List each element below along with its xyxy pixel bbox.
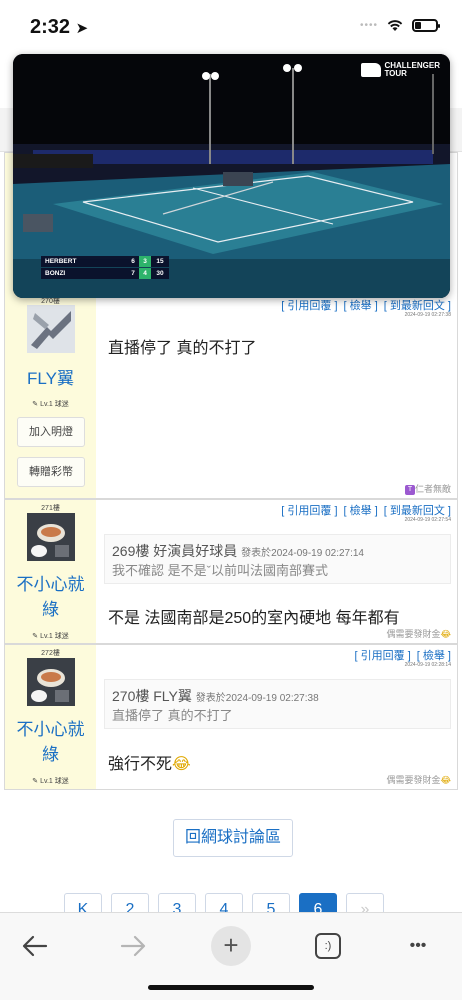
signature: 偶需要發財金😂 [386,775,451,785]
status-bar: 2:32 ➤ •••• [0,0,462,54]
game-points: 15 [156,258,164,265]
new-tab-button[interactable]: + [206,921,256,971]
report-link[interactable]: [ 檢舉 ] [417,650,451,662]
post-content: [ 引用回覆 ] [ 檢舉 ] [ 到最新回文 ] 2024-09-19 02:27… [96,500,457,643]
set-score: 6 [131,258,135,265]
tabs-button[interactable]: :) [303,921,353,971]
avatar[interactable] [27,513,75,561]
post-author-panel: 272樓 不小心就 綠 ✎ Lv.1 球迷 [5,645,96,789]
floor-number: 272樓 [41,650,60,657]
arrow-right-icon [120,935,146,957]
back-button[interactable] [10,921,60,971]
more-dots-icon: ••• [409,937,427,954]
status-icons: •••• [359,18,440,32]
video-player[interactable]: CHALLENGER TOUR HERBERT 6 3 15 BONZI 7 4 … [13,54,450,298]
post-body: 不是 法國南部是250的室內硬地 每年都有 [108,610,400,627]
user-level: ✎ Lv.1 球迷 [32,633,69,640]
floor-number: 271樓 [41,505,60,512]
tabs-icon: :) [315,933,341,959]
post-actions: [ 引用回覆 ] [ 檢舉 ] [ 到最新回文 ] [275,297,451,313]
plus-icon: + [211,926,251,966]
post-body: 強行不死😂 [108,756,191,773]
page: 2:32 ➤ •••• 270樓 FLY翼 ✎ Lv.1 球迷 加入明燈 轉贈彩… [0,0,462,1000]
quote-text: 直播停了 真的不打了 [112,708,233,723]
more-menu-button[interactable]: ••• [393,921,443,971]
report-link[interactable]: [ 檢舉 ] [344,505,378,517]
avatar[interactable] [27,658,75,706]
set-score: 3 [139,256,151,267]
username-line-2[interactable]: 綠 [5,597,96,622]
score-row-herbert: HERBERT 6 3 15 [41,256,169,267]
post-272: 272樓 不小心就 綠 ✎ Lv.1 球迷 [ 引用回覆 ] [ 檢舉 ] 202… [4,644,458,790]
add-light-button[interactable]: 加入明燈 [17,417,85,447]
quote-block: 269樓 好演員好球員 發表於2024-09-19 02:27:14 我不確認 … [104,534,451,584]
username-line-2[interactable]: 綠 [5,742,96,767]
user-level: ✎ Lv.1 球迷 [32,778,69,785]
score-row-bonzi: BONZI 7 4 30 [41,268,169,279]
username-line-1[interactable]: 不小心就 [5,572,96,597]
quote-header: 269樓 好演員好球員 發表於2024-09-19 02:27:14 [112,543,364,559]
quote-reply-link[interactable]: [ 引用回覆 ] [281,300,337,312]
post-actions: [ 引用回覆 ] [ 檢舉 ] [349,647,451,663]
quote-header: 270樓 FLY翼 發表於2024-09-19 02:27:38 [112,688,319,704]
laughing-emoji-icon: 😂 [172,756,191,773]
player-name: BONZI [45,270,66,277]
quote-text: 我不確認 是不是ˇ以前叫法國南部賽式 [112,563,328,578]
latest-reply-link[interactable]: [ 到最新回文 ] [384,505,451,517]
laughing-emoji-icon: 😂 [440,775,451,785]
signal-icon: •••• [359,19,378,31]
game-points: 30 [156,270,164,277]
signature: T 仁者無敵 [404,482,451,495]
gift-coins-button[interactable]: 轉贈彩幣 [17,457,85,487]
wifi-icon [387,20,403,31]
post-timestamp: 2024-09-19 02:27:54 [404,517,451,523]
forward-button[interactable] [108,921,158,971]
scoreboard: HERBERT 6 3 15 BONZI 7 4 30 [41,256,169,279]
home-indicator [148,985,314,990]
post-author-panel: 271樓 不小心就 綠 ✎ Lv.1 球迷 [5,500,96,643]
latest-reply-link[interactable]: [ 到最新回文 ] [384,300,451,312]
post-timestamp: 2024-09-19 02:27:38 [404,312,451,318]
back-to-tennis-forum-button[interactable]: 回網球討論區 [173,819,293,857]
battery-icon [412,18,440,32]
post-timestamp: 2024-09-19 02:28:14 [404,662,451,668]
signature-badge-icon: T [404,484,415,495]
laughing-emoji-icon: 😂 [440,629,451,639]
report-link[interactable]: [ 檢舉 ] [344,300,378,312]
post-content: [ 引用回覆 ] [ 檢舉 ] 2024-09-19 02:28:14 270樓 … [96,645,457,789]
location-arrow-icon: ➤ [75,20,89,37]
set-score: 7 [131,270,135,277]
player-name: HERBERT [45,258,77,265]
post-actions: [ 引用回覆 ] [ 檢舉 ] [ 到最新回文 ] [275,502,451,518]
username-line-1[interactable]: 不小心就 [5,717,96,742]
quote-reply-link[interactable]: [ 引用回覆 ] [355,650,411,662]
user-level: ✎ Lv.1 球迷 [32,401,69,408]
quote-reply-link[interactable]: [ 引用回覆 ] [281,505,337,517]
set-score: 4 [139,268,151,279]
quote-block: 270樓 FLY翼 發表於2024-09-19 02:27:38 直播停了 真的… [104,679,451,729]
post-271: 271樓 不小心就 綠 ✎ Lv.1 球迷 [ 引用回覆 ] [ 檢舉 ] [ 到最… [4,499,458,644]
post-body: 直播停了 真的不打了 [108,340,257,357]
status-time: 2:32 ➤ [30,16,89,38]
avatar[interactable] [27,305,75,353]
arrow-left-icon [22,935,48,957]
signature: 偶需要發財金😂 [386,629,451,639]
username[interactable]: FLY翼 [5,366,96,391]
challenger-tour-logo: CHALLENGER TOUR [361,62,440,78]
